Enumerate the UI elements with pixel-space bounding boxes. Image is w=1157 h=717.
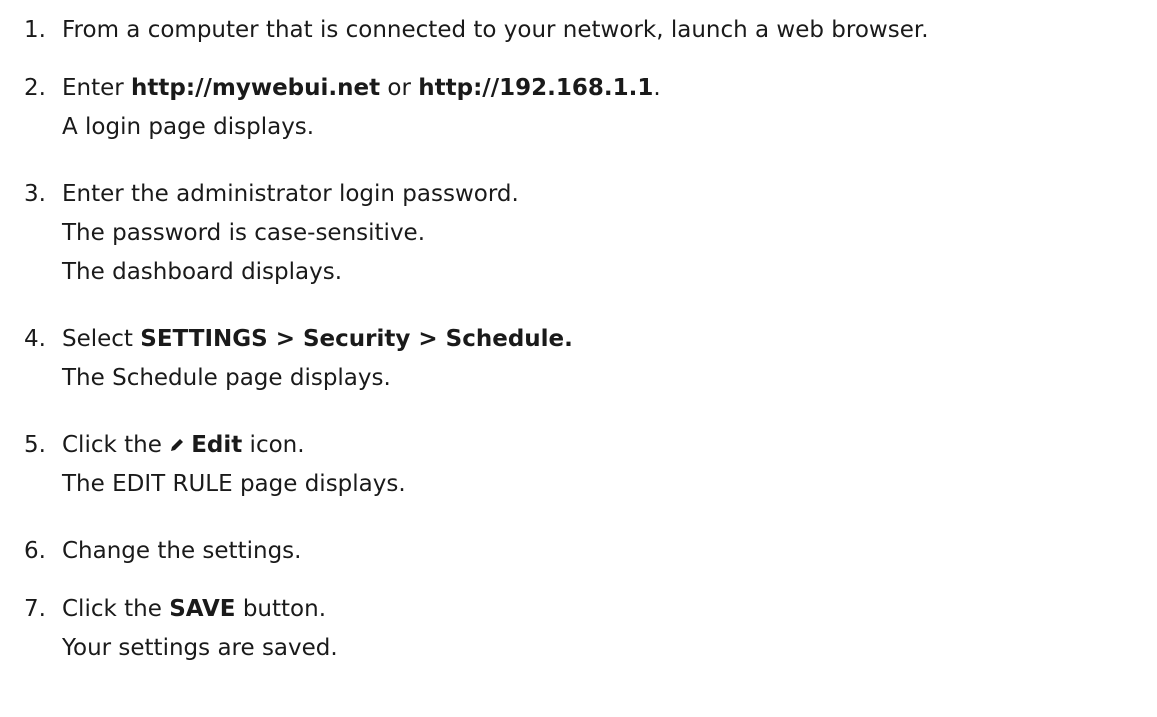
page: { "steps": [ { "num": "1.", "text": "Fro…	[0, 0, 1157, 717]
result-text: Your settings are saved.	[62, 635, 338, 661]
step-text-prefix: Select	[62, 326, 141, 352]
step-3-result: The dashboard displays.	[24, 258, 1157, 286]
step-text: Change the settings.	[62, 538, 302, 564]
step-number: 3.	[24, 181, 46, 207]
step-1: 1. From a computer that is connected to y…	[24, 16, 1157, 44]
step-2: 2. Enter http://mywebui.net or http://192…	[24, 74, 1157, 102]
step-4: 4. Select SETTINGS > Security > Schedule.	[24, 325, 1157, 353]
step-7-result: Your settings are saved.	[24, 634, 1157, 662]
pencil-icon	[171, 439, 184, 451]
menu-path: SETTINGS > Security > Schedule.	[140, 326, 573, 352]
step-text-or: or	[380, 75, 419, 101]
edit-label: Edit	[191, 432, 243, 458]
step-5: 5. Click the Edit icon.	[24, 431, 1157, 459]
step-5-result: The EDIT RULE page displays.	[24, 470, 1157, 498]
result-text: The EDIT RULE page displays.	[62, 471, 406, 497]
step-text-prefix: Click the	[62, 432, 170, 458]
step-text-suffix: icon.	[242, 432, 305, 458]
result-text: The dashboard displays.	[62, 259, 343, 285]
result-text: A login page displays.	[62, 114, 315, 140]
step-number: 7.	[24, 596, 46, 622]
step-number: 1.	[24, 17, 46, 43]
step-number: 4.	[24, 326, 46, 352]
step-text: Enter the administrator login password.	[62, 181, 519, 207]
step-text-suffix: .	[653, 75, 661, 101]
url-mywebui: http://mywebui.net	[131, 75, 381, 101]
step-4-result: The Schedule page displays.	[24, 364, 1157, 392]
step-3-note: The password is case-sensitive.	[24, 219, 1157, 247]
step-7: 7. Click the SAVE button.	[24, 595, 1157, 623]
save-label: SAVE	[169, 596, 236, 622]
step-number: 2.	[24, 75, 46, 101]
note-text: The password is case-sensitive.	[62, 220, 426, 246]
result-text: The Schedule page displays.	[62, 365, 391, 391]
step-text-prefix: Enter	[62, 75, 132, 101]
step-number: 6.	[24, 538, 46, 564]
step-2-result: A login page displays.	[24, 113, 1157, 141]
step-3: 3. Enter the administrator login password…	[24, 180, 1157, 208]
step-6: 6. Change the settings.	[24, 537, 1157, 565]
step-text-suffix: button.	[235, 596, 326, 622]
url-ip-address: http://192.168.1.1	[418, 75, 654, 101]
step-text-prefix: Click the	[62, 596, 170, 622]
step-text: From a computer that is connected to you…	[62, 17, 929, 43]
step-number: 5.	[24, 432, 46, 458]
